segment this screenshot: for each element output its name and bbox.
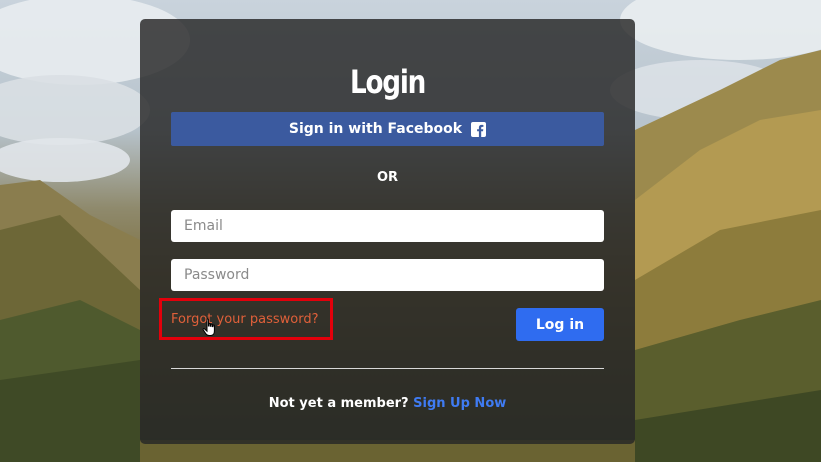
highlight-box (159, 298, 333, 340)
signup-prompt: Not yet a member? Sign Up Now (140, 396, 635, 411)
sign-in-with-facebook-button[interactable]: Sign in with Facebook (171, 112, 604, 146)
facebook-icon (471, 121, 487, 137)
login-button[interactable]: Log in (516, 308, 604, 341)
facebook-button-label: Sign in with Facebook (288, 121, 463, 137)
login-panel: Login Sign in with Facebook OR Forgot yo… (140, 19, 635, 444)
or-separator-text: OR (376, 170, 399, 185)
login-title: Login (349, 63, 426, 101)
hand-cursor-icon (202, 318, 218, 342)
password-input[interactable] (171, 259, 604, 291)
email-input[interactable] (171, 210, 604, 242)
not-member-text: Not yet a member? (268, 396, 409, 411)
sign-up-now-link[interactable]: Sign Up Now (413, 396, 506, 411)
divider (171, 368, 604, 369)
